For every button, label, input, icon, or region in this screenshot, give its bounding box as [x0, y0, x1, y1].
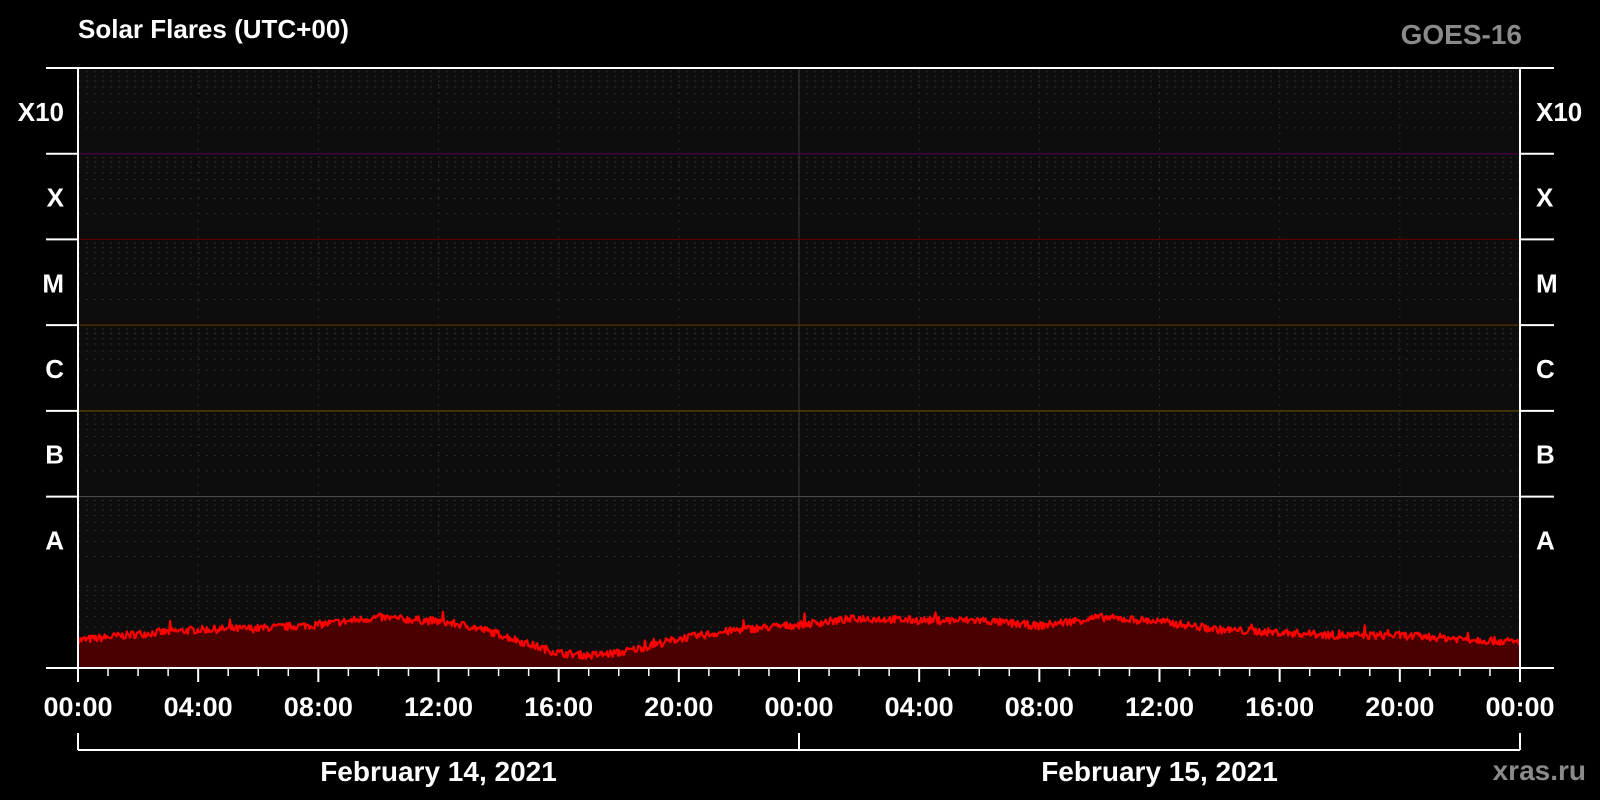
- xtick-label: 00:00: [764, 692, 833, 722]
- ytick-label-right: M: [1536, 268, 1558, 298]
- xtick-label: 12:00: [404, 692, 473, 722]
- xtick-label: 08:00: [1005, 692, 1074, 722]
- xtick-label: 20:00: [1365, 692, 1434, 722]
- ytick-label-left: X10: [18, 97, 64, 127]
- ytick-label-left: M: [42, 268, 64, 298]
- ytick-label-right: X: [1536, 183, 1554, 213]
- chart-title: Solar Flares (UTC+00): [78, 14, 349, 44]
- ytick-label-right: A: [1536, 525, 1555, 555]
- ytick-label-left: C: [45, 354, 64, 384]
- ytick-label-left: A: [45, 525, 64, 555]
- ytick-label-right: C: [1536, 354, 1555, 384]
- date-label: February 15, 2021: [1041, 756, 1278, 787]
- xtick-label: 00:00: [1485, 692, 1554, 722]
- xtick-label: 12:00: [1125, 692, 1194, 722]
- xtick-label: 04:00: [164, 692, 233, 722]
- xtick-label: 08:00: [284, 692, 353, 722]
- xtick-label: 04:00: [885, 692, 954, 722]
- ytick-label-left: B: [45, 440, 64, 470]
- solar-flares-chart: A A B B C C M M X X X10 X10 00:00 04:00 08:00 12:00 16:…: [0, 0, 1600, 800]
- xtick-label: 20:00: [644, 692, 713, 722]
- ytick-label-right: B: [1536, 440, 1555, 470]
- watermark: xras.ru: [1493, 755, 1586, 786]
- xtick-label: 00:00: [43, 692, 112, 722]
- date-label: February 14, 2021: [320, 756, 557, 787]
- instrument-label: GOES-16: [1401, 19, 1522, 50]
- ytick-label-right: X10: [1536, 97, 1582, 127]
- xtick-label: 16:00: [1245, 692, 1314, 722]
- ytick-label-left: X: [47, 183, 65, 213]
- xtick-label: 16:00: [524, 692, 593, 722]
